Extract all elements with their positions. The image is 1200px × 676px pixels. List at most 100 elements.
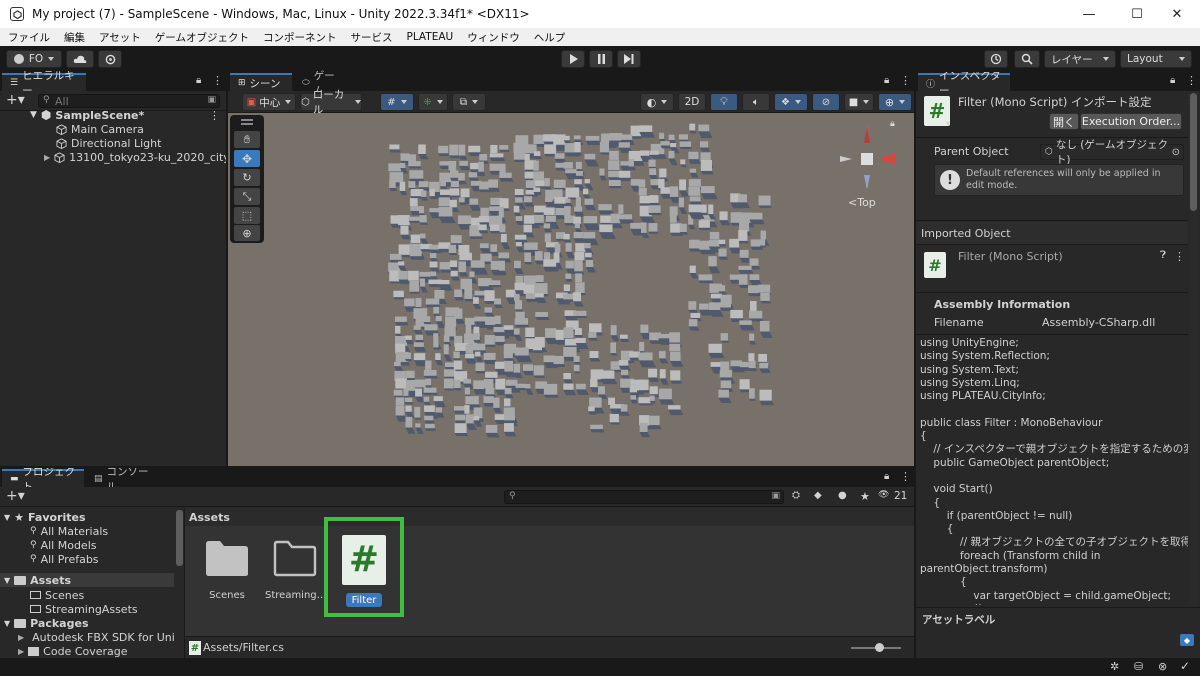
- lock-icon[interactable]: 🔒︎: [1170, 75, 1175, 86]
- panel-menu-icon[interactable]: ⋮: [900, 74, 911, 87]
- open-script-button[interactable]: 開く: [1049, 113, 1079, 130]
- play-button[interactable]: [561, 50, 585, 68]
- rotate-tool-button[interactable]: ↻: [234, 169, 260, 186]
- favorite-star-icon[interactable]: ★: [860, 490, 870, 503]
- pause-button[interactable]: [589, 50, 613, 68]
- hierarchy-item-citygml[interactable]: ▶ 13100_tokyo23-ku_2020_citygml: [44, 150, 226, 164]
- menu-edit[interactable]: 編集: [64, 30, 85, 45]
- parent-object-field[interactable]: ⬡ なし (ゲームオブジェクト) ⊙: [1040, 139, 1184, 166]
- expand-arrow-icon[interactable]: ▼: [30, 110, 37, 120]
- hand-tool-button[interactable]: ✋︎: [234, 131, 260, 148]
- check-circle-icon[interactable]: ✓: [1180, 659, 1190, 673]
- tab-console[interactable]: ▤ コンソール: [86, 468, 158, 493]
- expand-arrow-icon[interactable]: ▶: [18, 647, 24, 656]
- grid-snap-dropdown[interactable]: #: [380, 93, 414, 111]
- minimize-button[interactable]: —: [1066, 0, 1112, 28]
- debug-bug-icon[interactable]: ✲: [1110, 660, 1119, 673]
- tab-inspector[interactable]: ⓘ インスペクター: [918, 72, 1010, 97]
- icon-dropdown-arrow[interactable]: ▾: [946, 119, 950, 128]
- filter-type-icon[interactable]: ⛭: [792, 490, 800, 501]
- execution-order-button[interactable]: Execution Order...: [1080, 113, 1182, 130]
- log-filter-icon[interactable]: ●: [838, 490, 847, 501]
- menu-plateau[interactable]: PLATEAU: [406, 31, 453, 43]
- search-button[interactable]: [1014, 50, 1040, 68]
- layout-dropdown[interactable]: Layout: [1120, 50, 1192, 68]
- tab-project[interactable]: ▬ プロジェクト: [2, 468, 84, 493]
- lock-icon[interactable]: 🔒︎: [196, 75, 201, 86]
- pivot-dropdown[interactable]: ▣ 中心: [242, 93, 296, 111]
- lighting-toggle-button[interactable]: 💡︎: [710, 93, 738, 111]
- cloud-button[interactable]: [66, 50, 94, 68]
- tab-hierarchy[interactable]: ☰ ヒエラルキー: [2, 70, 86, 97]
- project-search-input[interactable]: ⚲ ▣: [504, 490, 784, 504]
- tree-scrollbar-thumb[interactable]: [176, 510, 183, 566]
- packages-folder-item[interactable]: ▼ Packages: [4, 616, 174, 630]
- gizmo-lock-icon[interactable]: 🔒︎: [890, 119, 895, 129]
- snap-increment-dropdown[interactable]: ⁜: [418, 93, 448, 111]
- asset-item-filter-highlight[interactable]: # Filter: [324, 517, 404, 617]
- hierarchy-item-directional-light[interactable]: Directional Light: [56, 136, 216, 150]
- lock-icon[interactable]: 🔒︎: [884, 75, 889, 86]
- cache-server-icon[interactable]: ⛁: [1134, 660, 1143, 673]
- history-button[interactable]: [984, 50, 1008, 68]
- scene-menu-icon[interactable]: ⋮: [209, 109, 220, 122]
- inspector-scrollbar[interactable]: [1189, 91, 1198, 606]
- menu-assets[interactable]: アセット: [99, 30, 141, 45]
- auto-refresh-icon[interactable]: ⊗: [1158, 660, 1167, 673]
- menu-window[interactable]: ウィンドウ: [467, 30, 520, 45]
- folder-item-streamingassets[interactable]: StreamingAssets: [30, 602, 180, 616]
- asset-item-streamingassets[interactable]: Streaming…: [265, 538, 327, 608]
- menu-component[interactable]: コンポーネント: [263, 30, 337, 45]
- assets-folder-item[interactable]: ▼ Assets: [0, 573, 174, 587]
- component-menu-icon[interactable]: ⋮: [1174, 250, 1185, 263]
- menu-services[interactable]: サービス: [350, 30, 392, 45]
- gizmos-dropdown[interactable]: ⊕: [878, 93, 912, 111]
- scene-viewport[interactable]: ✋︎ ✥ ↻ ⤡ ⬚ ⊕ y <Top 🔒︎: [228, 113, 914, 466]
- menu-help[interactable]: ヘルプ: [534, 30, 566, 45]
- package-item-fbx-sdk[interactable]: ▶ Autodesk FBX SDK for Unity: [18, 630, 174, 644]
- panel-menu-icon[interactable]: ⋮: [900, 470, 911, 483]
- panel-menu-icon[interactable]: ⋮: [1186, 74, 1197, 87]
- close-button[interactable]: ✕: [1154, 0, 1200, 28]
- expand-arrow-icon[interactable]: ▶: [18, 633, 24, 642]
- object-picker-icon[interactable]: ⊙: [1172, 147, 1180, 158]
- effects-dropdown[interactable]: ❖: [774, 93, 808, 111]
- favorites-header[interactable]: ▼ ★ Favorites: [4, 510, 174, 524]
- ruler-dropdown[interactable]: ⧉: [452, 93, 486, 111]
- space-dropdown[interactable]: ⬡ ローカル: [300, 89, 362, 116]
- filter-label-icon[interactable]: ◆: [814, 490, 822, 501]
- scene-root-item[interactable]: ▼ ⬢ SampleScene* ⋮: [30, 108, 220, 122]
- rect-tool-button[interactable]: ⬚: [234, 207, 260, 224]
- create-asset-button[interactable]: +▾: [6, 488, 25, 504]
- hidden-packages-icon[interactable]: 👁︎: [878, 490, 889, 500]
- hierarchy-search-input[interactable]: ⚲ All ▣: [38, 94, 220, 108]
- add-object-button[interactable]: +▾: [6, 92, 25, 108]
- step-button[interactable]: [617, 50, 641, 68]
- audio-toggle-button[interactable]: 🔈︎: [742, 93, 770, 111]
- asset-item-scenes[interactable]: Scenes: [199, 538, 255, 608]
- visibility-toggle-button[interactable]: ⊘: [812, 93, 840, 111]
- expand-arrow-icon[interactable]: ▼: [4, 513, 10, 522]
- scale-tool-button[interactable]: ⤡: [234, 188, 260, 205]
- search-options-icon[interactable]: ▣: [771, 491, 780, 501]
- folder-item-scenes[interactable]: Scenes: [30, 588, 180, 602]
- package-item-code-coverage[interactable]: ▶ Code Coverage: [18, 644, 174, 658]
- favorite-item-all-materials[interactable]: ⚲ All Materials: [30, 524, 180, 538]
- hierarchy-item-main-camera[interactable]: Main Camera: [56, 122, 216, 136]
- lock-icon[interactable]: 🔒︎: [884, 471, 889, 482]
- menu-gameobject[interactable]: ゲームオブジェクト: [155, 30, 249, 45]
- label-tag-icon[interactable]: ◆: [1180, 634, 1194, 646]
- favorite-item-all-prefabs[interactable]: ⚲ All Prefabs: [30, 552, 180, 566]
- expand-arrow-icon[interactable]: ▶: [44, 153, 50, 162]
- collab-button[interactable]: [98, 50, 122, 68]
- favorite-item-all-models[interactable]: ⚲ All Models: [30, 538, 180, 552]
- icon-size-slider-handle[interactable]: [875, 643, 884, 652]
- toggle-2d-button[interactable]: 2D: [678, 93, 706, 111]
- layers-dropdown[interactable]: レイヤー: [1044, 50, 1116, 68]
- transform-tool-button[interactable]: ⊕: [234, 225, 260, 241]
- expand-arrow-icon[interactable]: ▼: [4, 619, 10, 628]
- camera-dropdown[interactable]: ■: [844, 93, 874, 111]
- scrollbar-thumb[interactable]: [1190, 93, 1197, 211]
- breadcrumb-assets[interactable]: Assets: [189, 511, 230, 524]
- draw-mode-dropdown[interactable]: ◐: [640, 93, 674, 111]
